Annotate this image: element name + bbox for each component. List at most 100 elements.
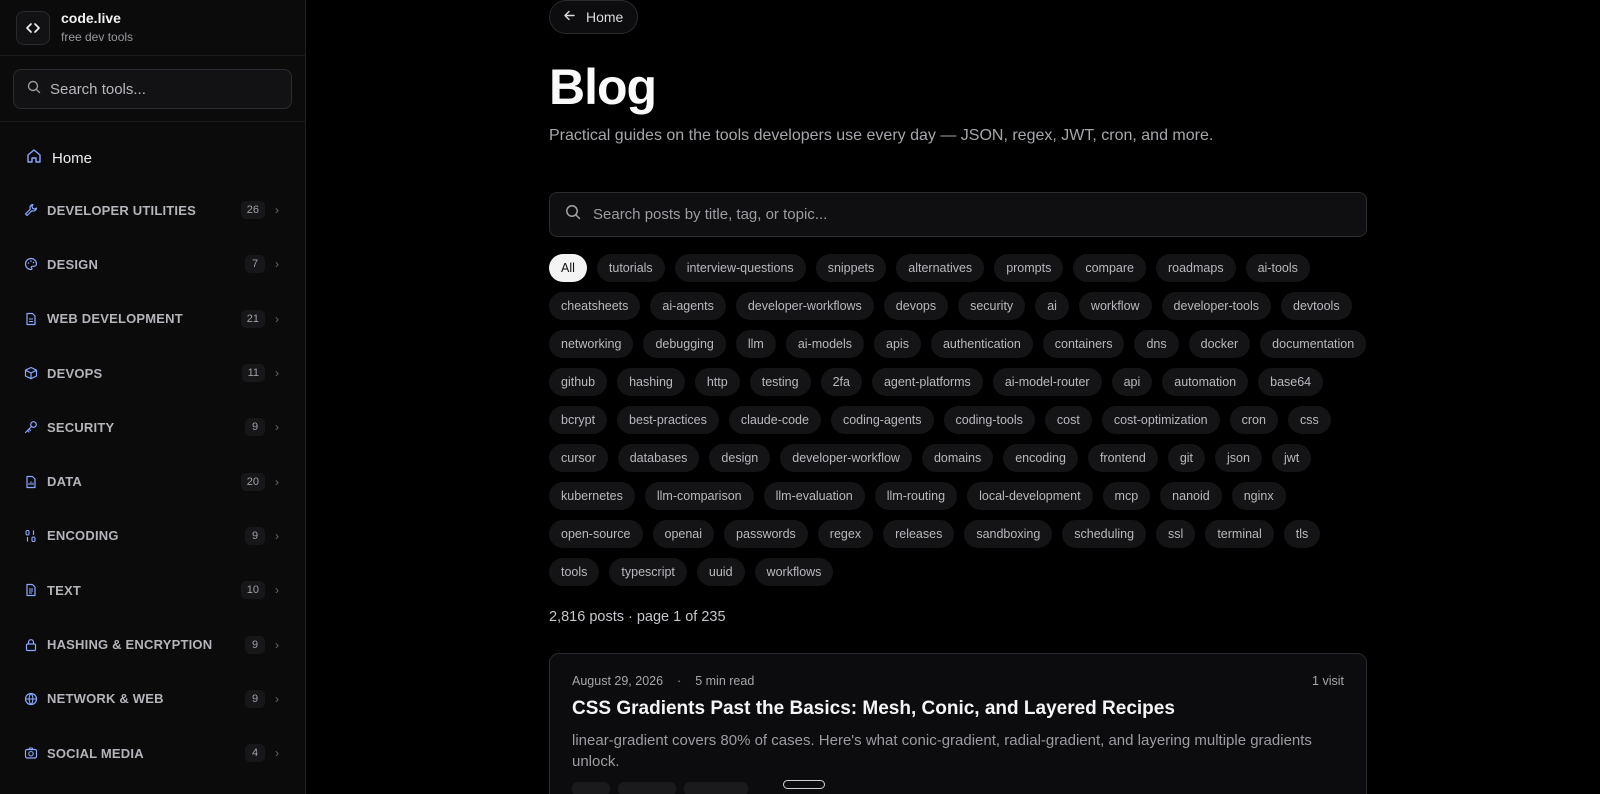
tag-chip-llm-evaluation[interactable]: llm-evaluation [763,482,865,510]
post-tag-chip[interactable] [572,782,610,794]
sidebar-item-hashing-encryption[interactable]: HASHING & ENCRYPTION 9 › [0,617,305,671]
tag-chip-cheatsheets[interactable]: cheatsheets [549,292,641,320]
brand[interactable]: code.live free dev tools [0,0,305,56]
tag-chip-hashing[interactable]: hashing [617,368,685,396]
sidebar-search-input[interactable] [50,80,270,98]
sidebar-item-security[interactable]: SECURITY 9 › [0,400,305,454]
tag-chip-http[interactable]: http [694,368,740,396]
tag-chip-base64[interactable]: base64 [1258,368,1324,396]
tag-chip-github[interactable]: github [549,368,608,396]
tag-chip-ai[interactable]: ai [1035,292,1069,320]
tag-chip-local-development[interactable]: local-development [967,482,1093,510]
tag-chip-agent-platforms[interactable]: agent-platforms [871,368,983,396]
tag-chip-json[interactable]: json [1215,444,1262,472]
tag-chip-documentation[interactable]: documentation [1260,330,1367,358]
tag-chip-tools[interactable]: tools [549,558,600,586]
sidebar-item-home[interactable]: Home [0,133,305,183]
tag-chip-networking[interactable]: networking [549,330,634,358]
tag-chip-jwt[interactable]: jwt [1271,444,1312,472]
tag-chip-coding-tools[interactable]: coding-tools [943,406,1035,434]
tag-chip-bcrypt[interactable]: bcrypt [549,406,608,434]
tag-chip-ai-models[interactable]: ai-models [785,330,865,358]
tag-chip-sandboxing[interactable]: sandboxing [964,520,1053,548]
tag-chip-developer-workflow[interactable]: developer-workflow [780,444,912,472]
tag-chip-authentication[interactable]: authentication [930,330,1033,358]
tag-chip-nginx[interactable]: nginx [1231,482,1286,510]
tag-chip-debugging[interactable]: debugging [643,330,726,358]
tag-chip-security[interactable]: security [958,292,1026,320]
tag-chip-nanoid[interactable]: nanoid [1160,482,1222,510]
tag-chip-scheduling[interactable]: scheduling [1062,520,1147,548]
tag-chip-devops[interactable]: devops [883,292,949,320]
tag-chip-prompts[interactable]: prompts [994,254,1064,282]
tag-chip-roadmaps[interactable]: roadmaps [1155,254,1236,282]
sidebar-search-box[interactable] [13,69,292,109]
tag-chip-docker[interactable]: docker [1188,330,1251,358]
tag-chip-cost[interactable]: cost [1044,406,1092,434]
tag-chip-dns[interactable]: dns [1134,330,1179,358]
tag-chip-css[interactable]: css [1287,406,1331,434]
tag-chip-git[interactable]: git [1167,444,1206,472]
post-title[interactable]: CSS Gradients Past the Basics: Mesh, Con… [572,698,1344,720]
tag-chip-automation[interactable]: automation [1162,368,1249,396]
tag-chip-snippets[interactable]: snippets [815,254,887,282]
tag-chip-openai[interactable]: openai [652,520,715,548]
tag-chip-containers[interactable]: containers [1042,330,1125,358]
tag-chip-alternatives[interactable]: alternatives [896,254,985,282]
tag-chip-All[interactable]: All [549,254,587,282]
back-home-button[interactable]: Home [549,0,639,34]
sidebar-item-web-development[interactable]: WEB DEVELOPMENT 21 › [0,292,305,346]
tag-chip-typescript[interactable]: typescript [609,558,687,586]
tag-chip-tutorials[interactable]: tutorials [596,254,665,282]
tag-chip-apis[interactable]: apis [874,330,921,358]
tag-chip-devtools[interactable]: devtools [1281,292,1352,320]
tag-chip-design[interactable]: design [709,444,771,472]
post-tag-chip[interactable] [618,782,676,794]
tag-chip-api[interactable]: api [1111,368,1153,396]
tag-chip-domains[interactable]: domains [921,444,994,472]
tag-chip-passwords[interactable]: passwords [724,520,808,548]
tag-chip-llm-routing[interactable]: llm-routing [874,482,958,510]
tag-chip-interview-questions[interactable]: interview-questions [674,254,806,282]
tag-chip-releases[interactable]: releases [883,520,955,548]
tag-chip-ai-tools[interactable]: ai-tools [1245,254,1310,282]
tag-chip-cost-optimization[interactable]: cost-optimization [1101,406,1220,434]
tag-chip-cursor[interactable]: cursor [549,444,608,472]
tag-chip-ai-model-router[interactable]: ai-model-router [992,368,1102,396]
tag-chip-compare[interactable]: compare [1073,254,1146,282]
tag-chip-tls[interactable]: tls [1283,520,1321,548]
tag-chip-workflow[interactable]: workflow [1078,292,1152,320]
tag-chip-llm-comparison[interactable]: llm-comparison [644,482,754,510]
tag-chip-testing[interactable]: testing [749,368,811,396]
tag-chip-regex[interactable]: regex [817,520,874,548]
tag-chip-llm[interactable]: llm [735,330,776,358]
tag-chip-workflows[interactable]: workflows [754,558,834,586]
sidebar-item-social-media[interactable]: SOCIAL MEDIA 4 › [0,726,305,780]
scroll-indicator[interactable] [783,780,825,789]
tag-chip-coding-agents[interactable]: coding-agents [830,406,934,434]
tag-chip-open-source[interactable]: open-source [549,520,643,548]
tag-chip-encoding[interactable]: encoding [1003,444,1078,472]
tag-chip-claude-code[interactable]: claude-code [728,406,821,434]
post-search-input[interactable] [593,206,1293,223]
tag-chip-ssl[interactable]: ssl [1156,520,1196,548]
tag-chip-developer-workflows[interactable]: developer-workflows [735,292,874,320]
tag-chip-frontend[interactable]: frontend [1087,444,1158,472]
tag-chip-terminal[interactable]: terminal [1205,520,1274,548]
tag-chip-kubernetes[interactable]: kubernetes [549,482,635,510]
post-tag-chip[interactable] [684,782,748,794]
tag-chip-developer-tools[interactable]: developer-tools [1161,292,1272,320]
sidebar-item-devops[interactable]: DEVOPS 11 › [0,346,305,400]
tag-chip-uuid[interactable]: uuid [696,558,745,586]
tag-chip-2fa[interactable]: 2fa [820,368,862,396]
tag-chip-mcp[interactable]: mcp [1102,482,1151,510]
tag-chip-ai-agents[interactable]: ai-agents [650,292,726,320]
post-search-box[interactable] [549,192,1367,237]
sidebar-item-encoding[interactable]: ENCODING 9 › [0,509,305,563]
post-card[interactable]: August 29, 2026 · 5 min read 1 visit CSS… [549,653,1367,794]
sidebar-item-design[interactable]: DESIGN 7 › [0,237,305,291]
tag-chip-best-practices[interactable]: best-practices [617,406,719,434]
tag-chip-cron[interactable]: cron [1229,406,1278,434]
tag-chip-databases[interactable]: databases [617,444,700,472]
sidebar-item-developer-utilities[interactable]: DEVELOPER UTILITIES 26 › [0,183,305,237]
